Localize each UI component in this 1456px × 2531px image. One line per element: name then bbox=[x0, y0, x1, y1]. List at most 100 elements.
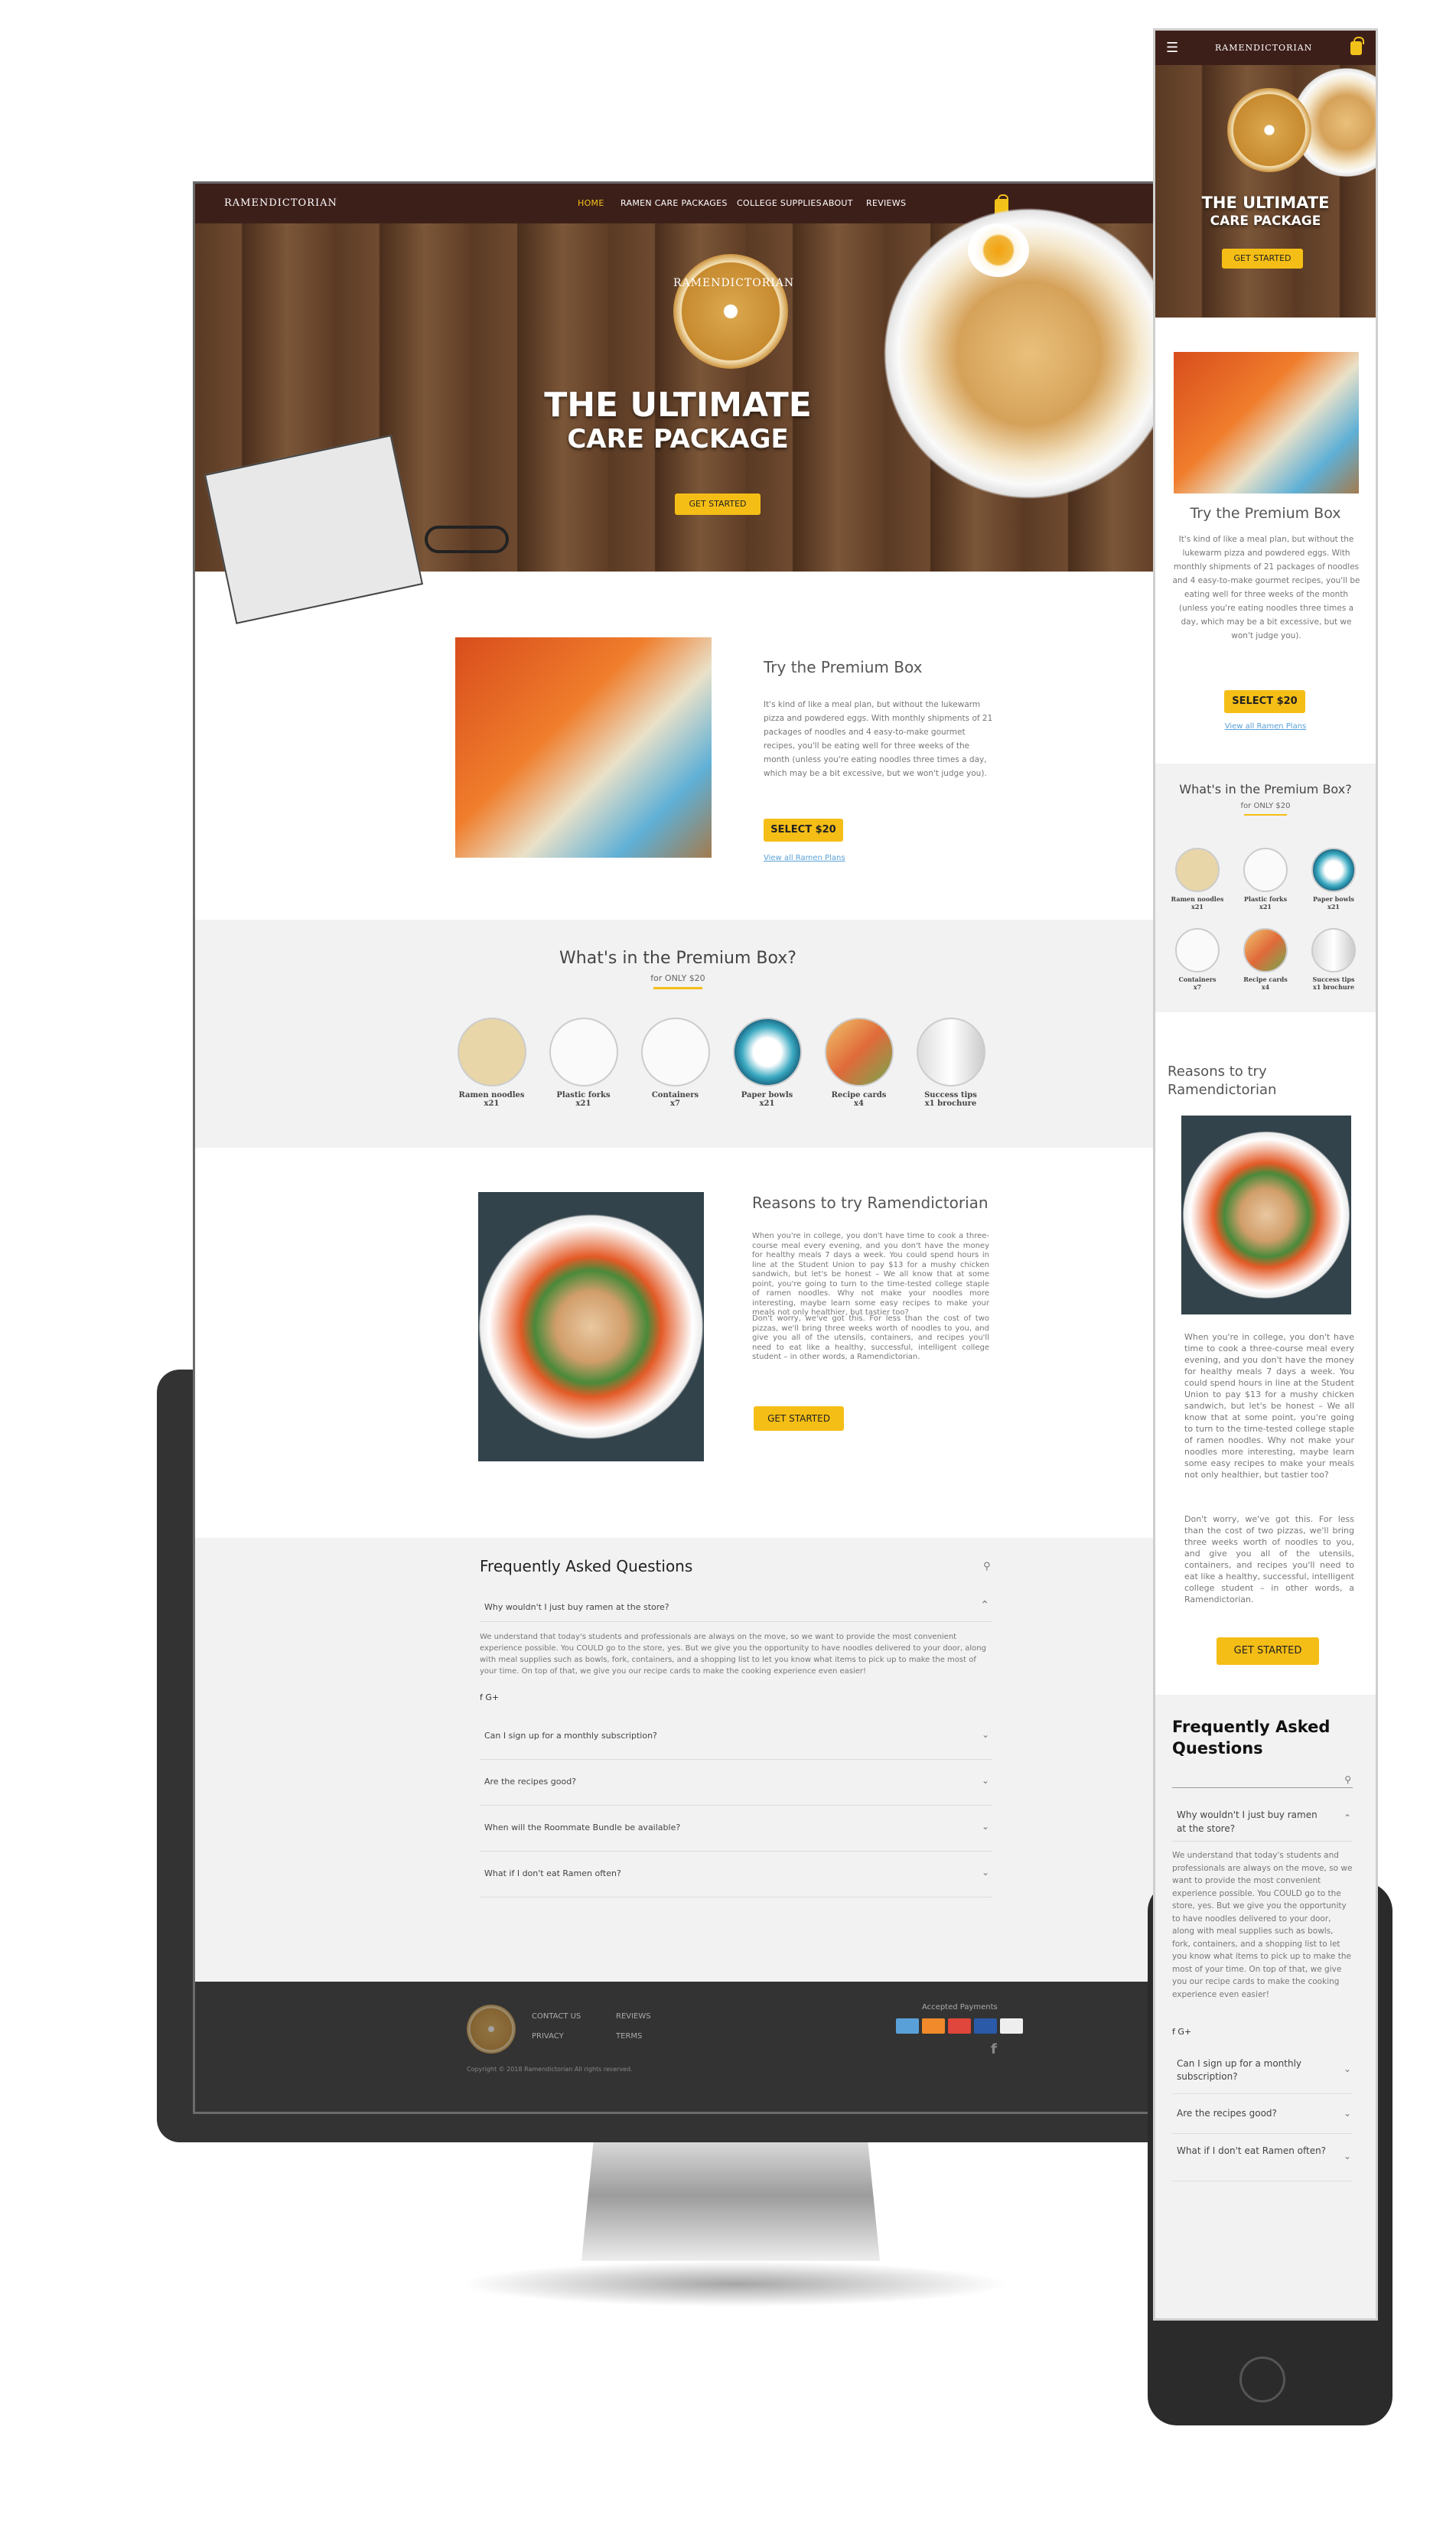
phone-home-button[interactable] bbox=[1239, 2357, 1285, 2402]
item-qty: x21 bbox=[484, 1099, 500, 1108]
mobile-item-ramen-noodles: Ramen noodles x21 bbox=[1171, 848, 1224, 910]
mobile-share-icons[interactable]: f G+ bbox=[1172, 2027, 1191, 2037]
mobile-premium-body: It's kind of like a meal plan, but witho… bbox=[1172, 535, 1360, 640]
view-all-ramen-plans-link[interactable]: View all Ramen Plans bbox=[764, 854, 845, 862]
item-qty: x4 bbox=[1261, 983, 1270, 991]
hero-title-line1: THE ULTIMATE bbox=[544, 386, 812, 425]
brand-logo[interactable]: RAMENDICTORIAN bbox=[224, 197, 337, 209]
faq-item[interactable]: Can I sign up for a monthly subscription… bbox=[480, 1714, 992, 1760]
item-qty: x1 brochure bbox=[924, 1099, 977, 1108]
mobile-reasons-get-started-button[interactable]: GET STARTED bbox=[1217, 1637, 1319, 1665]
mobile-reasons-title-line1: Reasons to try bbox=[1168, 1064, 1267, 1080]
nav-about[interactable]: ABOUT bbox=[822, 198, 853, 208]
mobile-screen: ☰ RAMENDICTORIAN THE ULTIMATE CARE PACKA… bbox=[1155, 31, 1376, 2318]
mobile-faq-answer: We understand that today's students and … bbox=[1172, 1851, 1353, 1999]
whats-in-section: What's in the Premium Box? for ONLY $20 … bbox=[195, 920, 1161, 1148]
mobile-brand[interactable]: RAMENDICTORIAN bbox=[1215, 43, 1312, 53]
paper-bowl-icon bbox=[732, 1018, 802, 1086]
chevron-down-icon[interactable]: ⌄ bbox=[982, 1867, 989, 1878]
select-20-button[interactable]: SELECT $20 bbox=[764, 819, 843, 842]
nav-reviews[interactable]: REVIEWS bbox=[866, 198, 906, 208]
reasons-paragraph-2: Don't worry, we've got this. For less th… bbox=[752, 1314, 989, 1361]
item-name: Success tips bbox=[1312, 976, 1355, 983]
mobile-faq-item-open[interactable]: Why wouldn't I just buy ramen at the sto… bbox=[1172, 1799, 1353, 1842]
facebook-icon[interactable]: f bbox=[991, 2041, 997, 2057]
desktop-footer: CONTACT US PRIVACY REVIEWS TERMS Copyrig… bbox=[195, 1982, 1161, 2112]
chevron-up-icon[interactable]: ⌃ bbox=[980, 1599, 989, 1611]
faq-title: Frequently Asked Questions bbox=[480, 1557, 693, 1575]
footer-reviews-link[interactable]: REVIEWS bbox=[616, 2012, 651, 2021]
mobile-hero-title-line2: CARE PACKAGE bbox=[1210, 213, 1321, 229]
footer-privacy-link[interactable]: PRIVACY bbox=[532, 2032, 564, 2041]
footer-terms-link[interactable]: TERMS bbox=[616, 2032, 642, 2041]
hamburger-menu-icon[interactable]: ☰ bbox=[1166, 40, 1178, 56]
faq-question: What if I don't eat Ramen often? bbox=[1177, 2145, 1327, 2156]
share-icons[interactable]: f G+ bbox=[480, 1692, 499, 1702]
nav-home[interactable]: HOME bbox=[578, 198, 604, 208]
item-name: Success tips bbox=[924, 1091, 977, 1099]
plastic-fork-icon bbox=[549, 1018, 618, 1086]
mobile-shopping-bag-icon[interactable] bbox=[1350, 37, 1364, 55]
reasons-title: Reasons to try Ramendictorian bbox=[752, 1194, 989, 1212]
nav-college-supplies[interactable]: COLLEGE SUPPLIES bbox=[737, 198, 822, 208]
faq-item-open[interactable]: Why wouldn't I just buy ramen at the sto… bbox=[480, 1591, 992, 1622]
mobile-view-all-link[interactable]: View all Ramen Plans bbox=[1155, 722, 1376, 731]
faq-question: Why wouldn't I just buy ramen at the sto… bbox=[484, 1602, 669, 1612]
premium-title: Try the Premium Box bbox=[764, 658, 923, 676]
mobile-premium-title: Try the Premium Box bbox=[1190, 505, 1341, 522]
mobile-item-paper-bowls: Paper bowls x21 bbox=[1307, 848, 1360, 910]
footer-contact-link[interactable]: CONTACT US bbox=[532, 2012, 581, 2021]
chevron-up-icon[interactable]: ⌃ bbox=[1344, 1813, 1351, 1823]
container-icon bbox=[1175, 928, 1220, 972]
item-name: Recipe cards bbox=[1243, 976, 1288, 983]
notebook-image bbox=[204, 435, 424, 624]
faq-section: Frequently Asked Questions ⚲ Why wouldn'… bbox=[195, 1538, 1161, 1982]
container-icon bbox=[640, 1018, 710, 1086]
stand-shadow bbox=[459, 2261, 1010, 2307]
faq-item[interactable]: When will the Roommate Bundle be availab… bbox=[480, 1806, 992, 1852]
chevron-down-icon[interactable]: ⌄ bbox=[1344, 2151, 1351, 2161]
item-recipe-cards: Recipe cards x4 bbox=[822, 1018, 895, 1108]
mobile-faq-item[interactable]: Are the recipes good? ⌄ bbox=[1172, 2094, 1353, 2134]
item-name: Recipe cards bbox=[831, 1091, 887, 1099]
chevron-down-icon[interactable]: ⌄ bbox=[982, 1821, 989, 1832]
mobile-faq-search[interactable]: ⚲ bbox=[1172, 1774, 1353, 1788]
chevron-down-icon[interactable]: ⌄ bbox=[1344, 2064, 1351, 2074]
mobile-premium-box-image bbox=[1174, 352, 1359, 493]
mobile-select-20-button[interactable]: SELECT $20 bbox=[1224, 690, 1305, 713]
faq-item[interactable]: What if I don't eat Ramen often? ⌄ bbox=[480, 1852, 992, 1897]
ramen-noodles-icon bbox=[457, 1018, 526, 1086]
mobile-get-started-button[interactable]: GET STARTED bbox=[1222, 249, 1303, 269]
recipe-cards-icon bbox=[824, 1018, 894, 1086]
item-name: Paper bowls bbox=[741, 1091, 793, 1099]
paper-bowl-icon bbox=[1311, 848, 1356, 892]
mobile-faq-item[interactable]: Can I sign up for a monthly subscription… bbox=[1172, 2047, 1353, 2094]
faq-item[interactable]: Are the recipes good? ⌄ bbox=[480, 1760, 992, 1806]
item-qty: x4 bbox=[854, 1099, 864, 1108]
nav-ramen-care-packages[interactable]: RAMEN CARE PACKAGES bbox=[621, 198, 728, 208]
item-qty: x21 bbox=[1191, 903, 1204, 910]
item-name: Ramen noodles bbox=[1171, 895, 1224, 903]
faq-question-line1: Why wouldn't I just buy ramen bbox=[1177, 1809, 1318, 1820]
search-icon[interactable]: ⚲ bbox=[1344, 1774, 1351, 1785]
payments-label: Accepted Payments bbox=[922, 2003, 998, 2011]
reasons-get-started-button[interactable]: GET STARTED bbox=[754, 1406, 844, 1431]
item-ramen-noodles: Ramen noodles x21 bbox=[455, 1018, 528, 1108]
visa-icon bbox=[974, 2018, 997, 2034]
item-containers: Containers x7 bbox=[639, 1018, 712, 1108]
hero-get-started-button[interactable]: GET STARTED bbox=[675, 493, 761, 515]
mobile-reasons-paragraph-1: When you're in college, you don't have t… bbox=[1184, 1332, 1354, 1480]
mobile-faq-section: Frequently Asked Questions ⚲ Why wouldn'… bbox=[1155, 1695, 1376, 2318]
chevron-down-icon[interactable]: ⌄ bbox=[982, 1729, 989, 1740]
item-name: Containers bbox=[1178, 976, 1217, 983]
faq-question: What if I don't eat Ramen often? bbox=[484, 1868, 621, 1878]
chevron-down-icon[interactable]: ⌄ bbox=[1344, 2108, 1351, 2119]
item-name: Plastic forks bbox=[556, 1091, 611, 1099]
premium-box-image bbox=[455, 637, 712, 858]
faq-search-icon[interactable]: ⚲ bbox=[983, 1561, 991, 1572]
mobile-faq-item[interactable]: What if I don't eat Ramen often? ⌄ bbox=[1172, 2134, 1353, 2181]
chevron-down-icon[interactable]: ⌄ bbox=[982, 1775, 989, 1786]
premium-body: It's kind of like a meal plan, but witho… bbox=[764, 700, 993, 778]
mobile-faq-title-line2: Questions bbox=[1172, 1739, 1263, 1757]
ramendictorian-logo-icon: RAMENDICTORIAN bbox=[673, 254, 793, 369]
